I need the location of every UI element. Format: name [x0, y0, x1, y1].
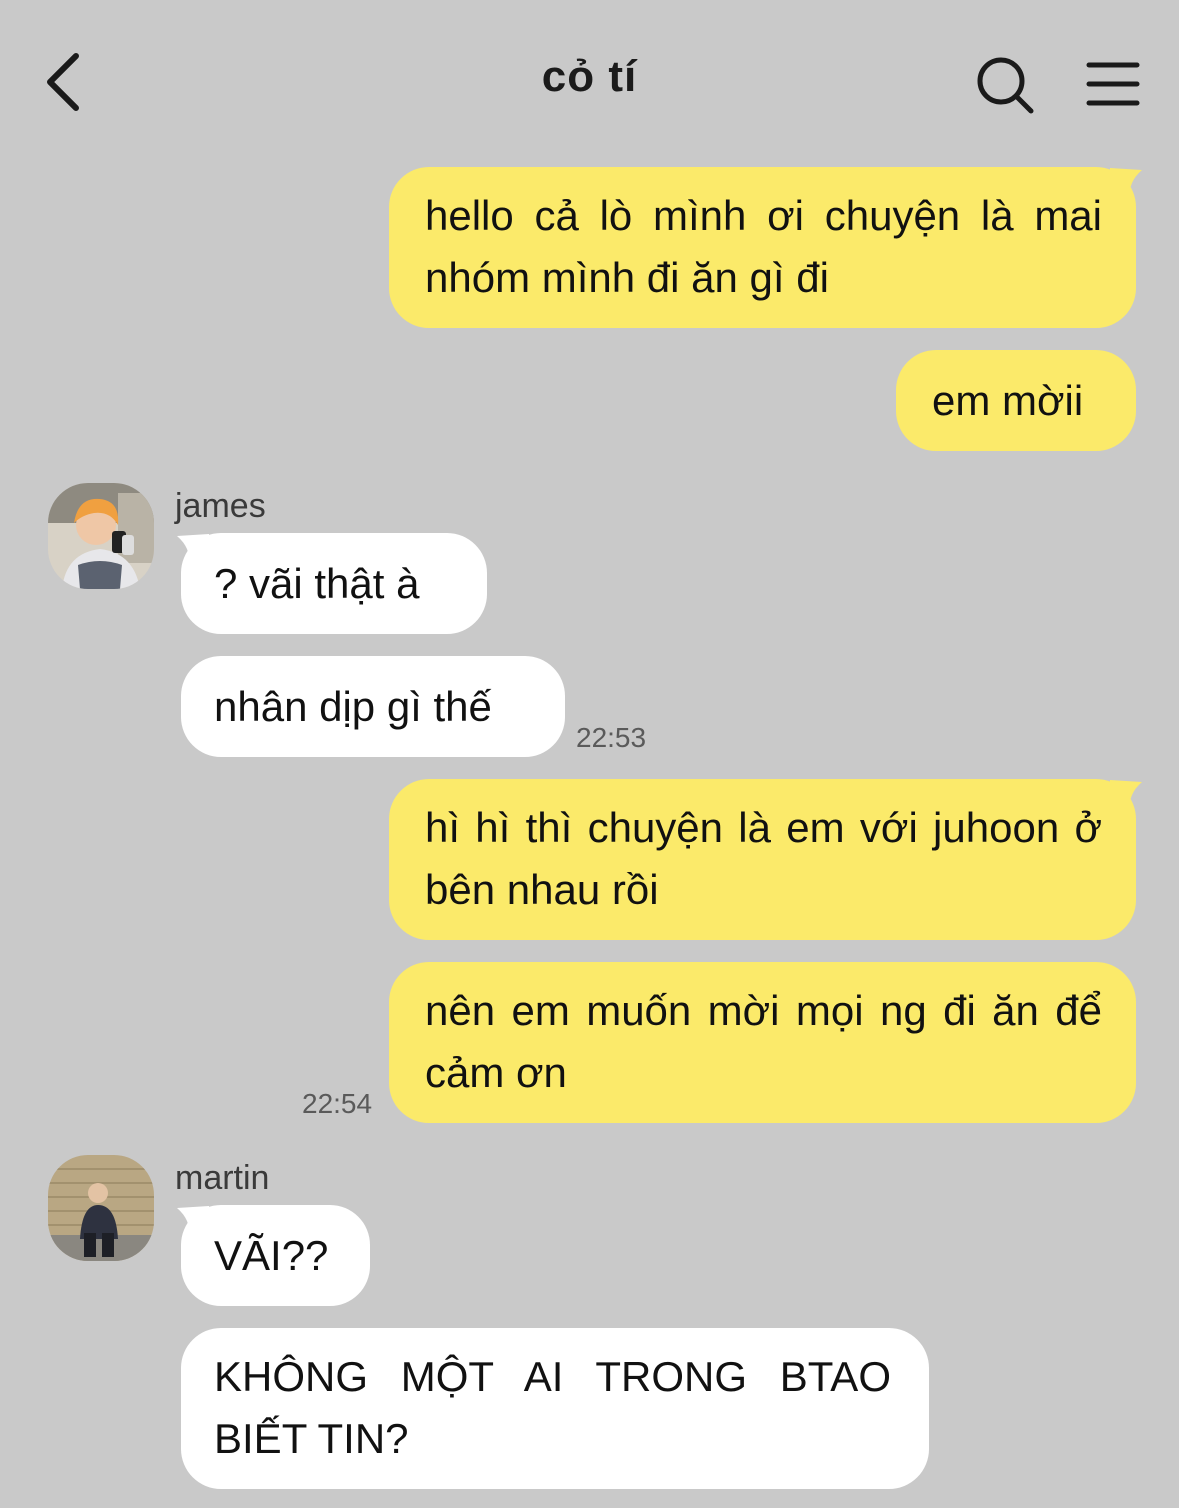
message-timestamp: 22:54	[302, 1088, 373, 1119]
message-text: em mời­i	[932, 376, 1084, 424]
message-timestamp: 22:53	[576, 722, 647, 753]
avatar-martin[interactable]	[48, 1155, 154, 1261]
message-bubble-received[interactable]: VÃI??	[181, 1205, 370, 1306]
message-bubble-sent[interactable]: nên em muốn mời mọi ng đi ăn để cảm ơn	[389, 962, 1136, 1123]
avatar-james[interactable]	[48, 483, 154, 589]
message-text: nên em muốn mời mọi ng đi ăn để cảm ơn	[425, 987, 1102, 1096]
sender-name: martin	[175, 1159, 270, 1197]
message-bubble-received[interactable]: KHÔNG MỘT AI TRONG BTAO BIẾT TIN?	[181, 1328, 929, 1489]
message-bubble-sent[interactable]: em mời­i	[896, 350, 1136, 451]
message-text: hello cả lò mình ơi chuyện là mai nhóm m…	[425, 192, 1102, 301]
message-bubble-received[interactable]: nhân dịp gì thế	[181, 656, 565, 757]
message-text: ? vãi thật à	[214, 559, 420, 607]
message-text: hì hì thì chuyện là em với juhoon ở bên …	[425, 804, 1102, 913]
message-bubble-sent[interactable]: hello cả lò mình ơi chuyện là mai nhóm m…	[389, 167, 1136, 328]
message-bubble-sent[interactable]: hì hì thì chuyện là em với juhoon ở bên …	[389, 779, 1136, 940]
sender-name: james	[175, 487, 266, 525]
message-text: KHÔNG MỘT AI TRONG BTAO BIẾT TIN?	[214, 1353, 891, 1462]
hamburger-menu-icon[interactable]	[1086, 60, 1140, 108]
message-text: nhân dịp gì thế	[214, 682, 492, 730]
avatar-photo-james	[48, 483, 154, 589]
message-bubble-received[interactable]: ? vãi thật à	[181, 533, 487, 634]
avatar-photo-martin	[48, 1155, 154, 1261]
search-icon[interactable]	[975, 55, 1035, 115]
message-text: VÃI??	[214, 1231, 329, 1279]
